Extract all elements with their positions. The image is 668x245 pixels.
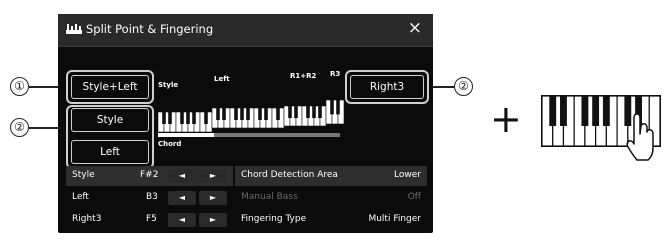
black-key [602,96,610,126]
window-title: Split Point & Fingering [86,22,214,36]
increase-arrow-icon[interactable]: ► [199,213,227,227]
split-part-label: Right3 [72,214,102,224]
setting-row-fingering-type[interactable]: Fingering Type Multi Finger [235,210,427,230]
leader-line-2-right [430,86,454,88]
black-key [240,108,244,120]
keyboard-section-left [211,107,285,129]
black-key [222,108,226,120]
split-row-right3[interactable]: Right3 F5 ◄ ► [66,210,233,230]
callout-2-right: ② [454,77,473,96]
black-key [234,108,238,120]
keyboard-icon [66,24,82,34]
split-part-label: Style [72,170,95,180]
chord-range-bar [158,133,214,137]
setting-row-manual-bass: Manual Bass Off [235,188,427,208]
kb-label-chord: Chord [158,140,182,148]
black-key [306,106,310,118]
split-note-value: B3 [146,192,158,202]
black-key [549,96,557,126]
black-key [624,96,632,126]
split-point-panel: Split Point & Fingering × Style+Left Sty… [58,14,433,233]
black-key [312,106,316,118]
keyboard-section-right [283,105,327,127]
black-key [330,100,334,115]
keyboard-section-style [158,111,213,133]
black-key [204,112,208,124]
kb-label-r3: R3 [330,70,341,78]
style-button[interactable]: Style [71,108,149,132]
callout-2-left: ② [10,118,29,137]
black-key [560,96,567,126]
callout-1: ① [10,77,29,96]
title-bar: Split Point & Fingering × [58,14,433,47]
split-part-label: Left [72,192,89,202]
keyboard-section-r3 [325,99,344,125]
black-key [168,112,172,124]
split-row-left[interactable]: Left B3 ◄ ► [66,188,233,208]
setting-label: Chord Detection Area [241,170,338,180]
increase-arrow-icon[interactable]: ► [199,169,227,183]
setting-label: Manual Bass [241,192,298,202]
black-key [192,112,196,124]
black-key [246,108,250,120]
style-left-button[interactable]: Style+Left [71,75,149,99]
black-key [258,108,262,120]
black-key [592,96,600,126]
setting-value: Multi Finger [368,214,421,224]
decrease-arrow-icon[interactable]: ◄ [168,191,196,205]
black-key [276,108,280,120]
black-key [581,96,589,126]
decrease-arrow-icon[interactable]: ◄ [168,169,196,183]
keyboard-press-illustration [541,95,661,161]
black-key [186,112,190,124]
chord-remaining-bar [214,133,340,137]
black-key [288,106,292,118]
black-key [162,112,166,124]
black-key [336,100,340,115]
split-row-style[interactable]: Style F#2 ◄ ► [66,166,233,186]
black-key [216,108,220,120]
right3-button[interactable]: Right3 [350,75,424,99]
setting-value: Off [407,192,421,202]
setting-value: Lower [394,170,421,180]
split-keyboard-graphic [158,99,344,137]
increase-arrow-icon[interactable]: ► [199,191,227,205]
left-button[interactable]: Left [71,140,149,164]
setting-row-chord-detection[interactable]: Chord Detection Area Lower [235,166,427,186]
plus-symbol: + [490,97,522,141]
black-key [180,112,184,124]
decrease-arrow-icon[interactable]: ◄ [168,213,196,227]
close-icon[interactable]: × [408,20,422,37]
split-note-value: F#2 [140,170,159,180]
black-key [294,106,298,118]
kb-label-r1r2: R1+R2 [290,72,317,80]
split-note-value: F5 [146,214,157,224]
setting-label: Fingering Type [241,214,307,224]
black-key [264,108,268,120]
black-key [318,106,322,118]
